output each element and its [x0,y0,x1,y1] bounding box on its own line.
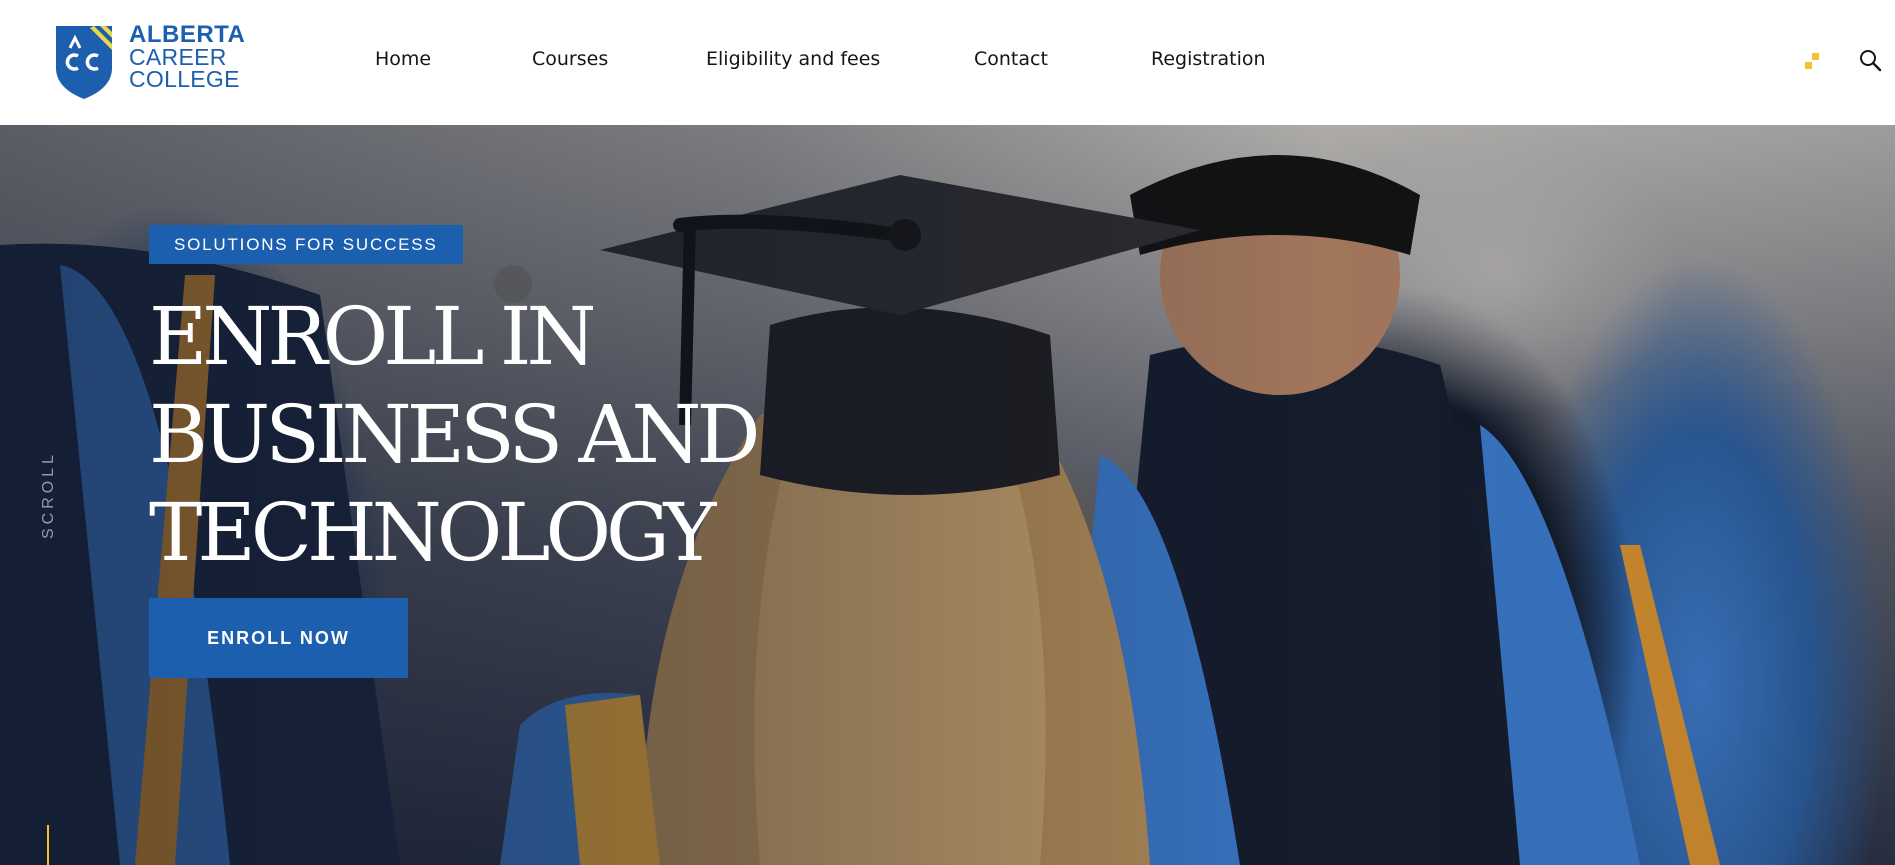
headline-line-3: TECHNOLOGY [149,486,716,579]
hero-section: SOLUTIONS FOR SUCCESS ENROLL IN BUSINESS… [0,125,1895,865]
scroll-indicator-label: SCROLL [40,450,57,540]
headline-line-2: BUSINESS AND [149,388,761,481]
nav-eligibility-and-fees[interactable]: Eligibility and fees [706,48,880,70]
nav-home[interactable]: Home [375,48,431,70]
logo-link[interactable]: ALBERTA CAREER COLLEGE [54,21,254,102]
logo-line-2: CAREER [129,44,227,70]
logo-line-1: ALBERTA [129,21,246,48]
hero-headline: ENROLL IN BUSINESS AND TECHNOLOGY [149,288,789,582]
enroll-now-button[interactable]: ENROLL NOW [149,598,408,678]
nav-registration[interactable]: Registration [1151,48,1266,70]
dots-icon[interactable] [1803,52,1821,70]
scroll-indicator-line[interactable] [47,825,49,865]
search-icon[interactable] [1858,48,1882,72]
site-header: ALBERTA CAREER COLLEGE Home Courses Elig… [0,0,1895,125]
hero-tagline: SOLUTIONS FOR SUCCESS [149,225,463,264]
nav-contact[interactable]: Contact [974,48,1048,70]
nav-courses[interactable]: Courses [532,48,608,70]
headline-line-1: ENROLL IN [149,290,596,383]
logo-text: ALBERTA CAREER COLLEGE [129,21,246,92]
logo-line-3: COLLEGE [129,66,240,92]
logo-shield-icon [56,26,112,99]
